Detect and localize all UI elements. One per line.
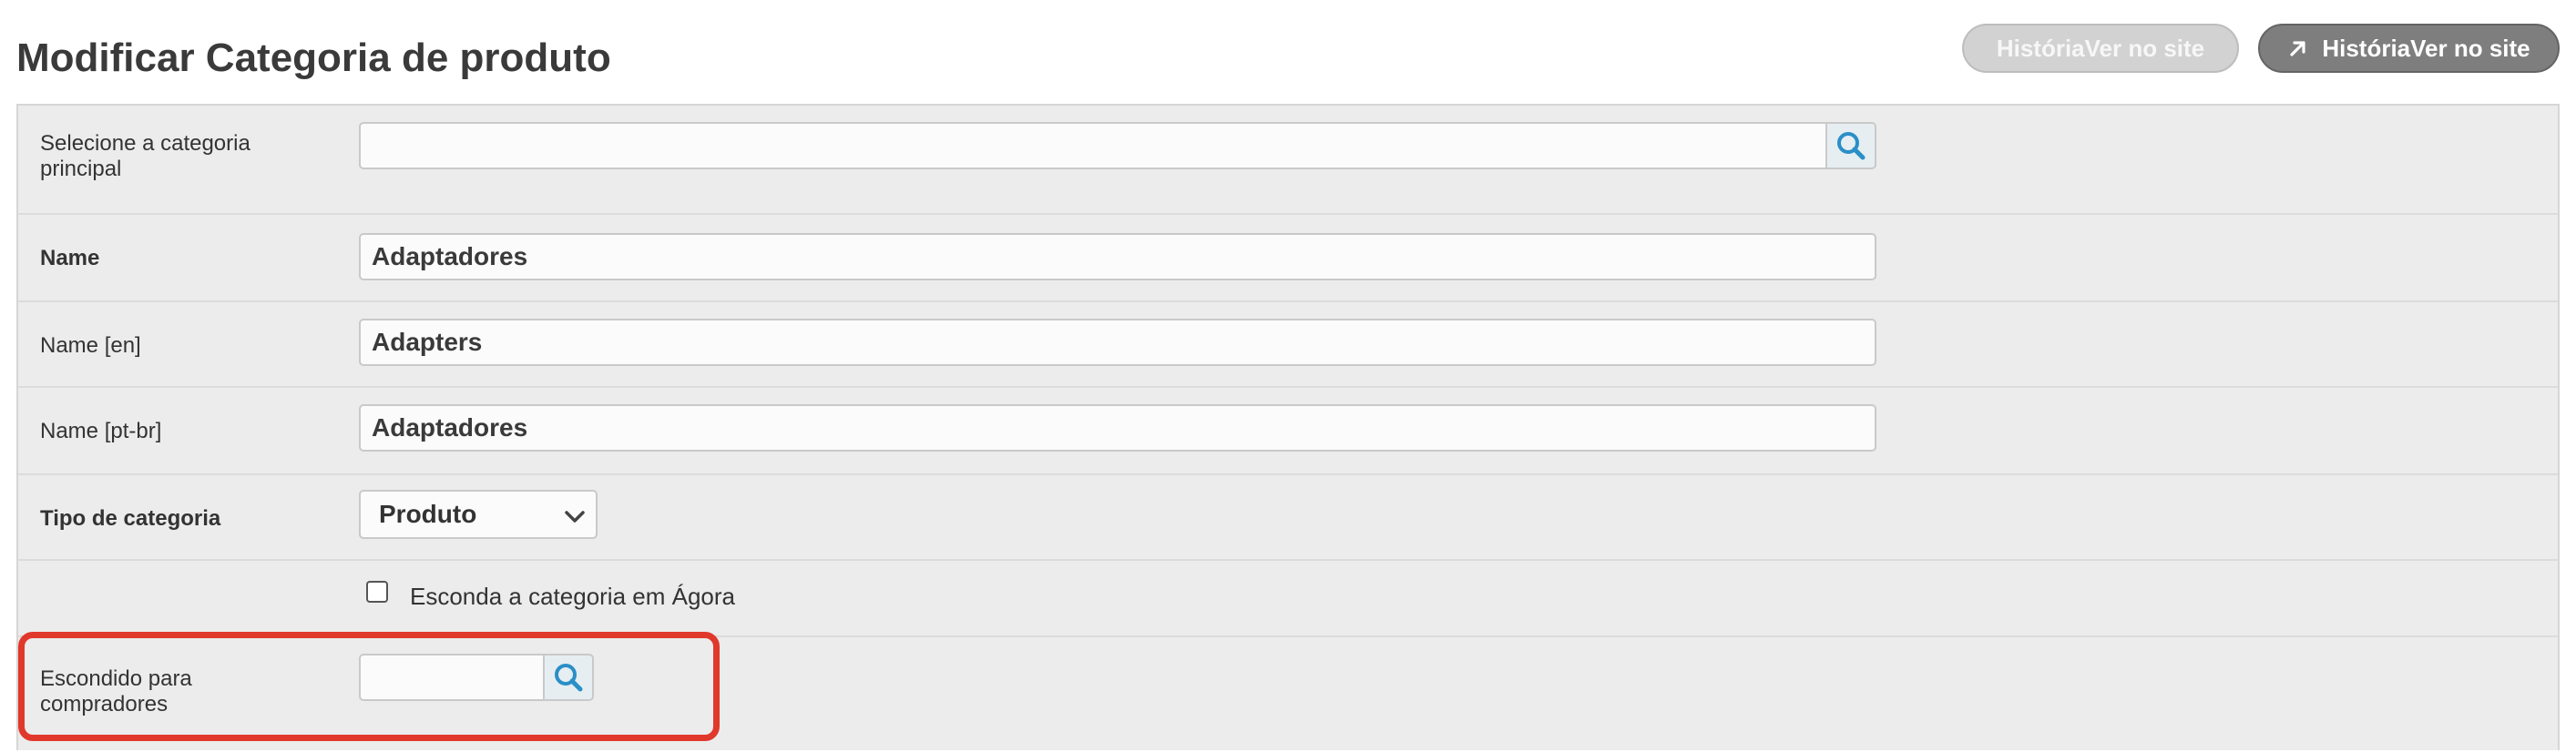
category-type-select[interactable]: Produto bbox=[359, 490, 598, 539]
form-row-parent-category: Selecione a categoria principal bbox=[18, 106, 2558, 215]
search-icon bbox=[1837, 132, 1866, 160]
parent-category-label: Selecione a categoria principal bbox=[40, 131, 250, 181]
hide-in-agora-label: Esconda a categoria em Ágora bbox=[410, 583, 735, 610]
view-on-site-label: HistóriaVer no site bbox=[2322, 34, 2530, 62]
category-type-label: Tipo de categoria bbox=[40, 506, 221, 531]
name-en-input[interactable] bbox=[359, 319, 1876, 366]
view-on-site-button[interactable]: HistóriaVer no site bbox=[2258, 24, 2560, 73]
form-row-category-type: Tipo de categoria Produto bbox=[18, 475, 2558, 561]
form-row-name-ptbr: Name [pt-br] bbox=[18, 388, 2558, 475]
name-ptbr-input[interactable] bbox=[359, 404, 1876, 452]
history-button-label: HistóriaVer no site bbox=[1996, 34, 2205, 62]
form-row-name-en: Name [en] bbox=[18, 302, 2558, 388]
highlight-box bbox=[18, 632, 720, 741]
hide-in-agora-checkbox[interactable] bbox=[366, 581, 388, 603]
name-input[interactable] bbox=[359, 233, 1876, 280]
chevron-down-icon bbox=[565, 511, 585, 523]
name-en-label: Name [en] bbox=[40, 333, 141, 358]
name-label: Name bbox=[40, 246, 100, 270]
parent-category-search-button[interactable] bbox=[1825, 122, 1876, 169]
form-row-name: Name bbox=[18, 215, 2558, 302]
history-button[interactable]: HistóriaVer no site bbox=[1962, 24, 2239, 73]
category-type-selected: Produto bbox=[379, 500, 477, 528]
arrow-up-right-icon bbox=[2290, 41, 2305, 56]
form-row-hide-in-agora: Esconda a categoria em Ágora bbox=[18, 561, 2558, 637]
page-title: Modificar Categoria de produto bbox=[16, 36, 611, 80]
name-ptbr-label: Name [pt-br] bbox=[40, 419, 162, 443]
parent-category-input[interactable] bbox=[359, 122, 1827, 169]
